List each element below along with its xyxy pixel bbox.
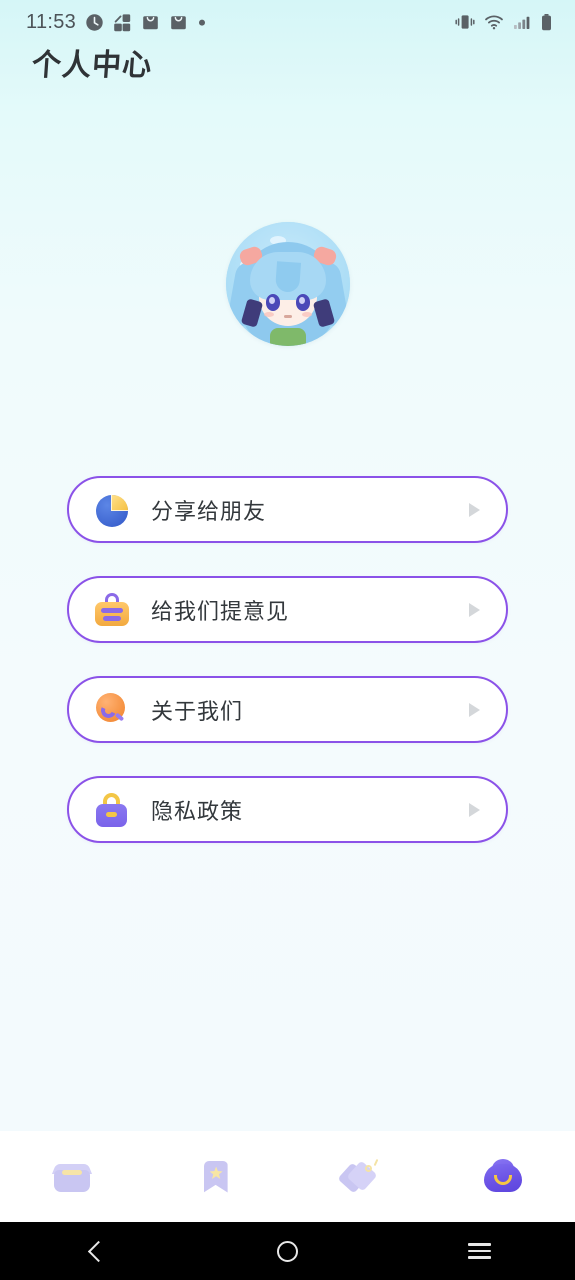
avatar-fringe [274,261,301,293]
nav-home-button[interactable] [192,1222,384,1280]
avatar-cheek [263,312,274,317]
avatar-mouth [283,315,292,318]
menu-item-label: 隐私政策 [151,799,244,825]
app-screen: 11:53 个人中心 分享给朋友 给我们提意见 关于我们 隐私政策 [0,0,575,1280]
menu-item-privacy[interactable]: 隐私政策 [67,776,508,843]
vibrate-icon [455,15,475,29]
avatar-collar [269,328,306,346]
recents-icon [467,1239,491,1263]
page-title: 个人中心 [30,48,154,83]
share-network-icon [114,13,131,31]
avatar-eye [265,294,280,311]
menu-item-label: 分享给朋友 [151,499,267,525]
about-magnifier-icon [93,691,131,729]
battery-icon [542,13,551,30]
notification-bag-icon [143,15,158,29]
tab-profile[interactable] [431,1131,575,1222]
alarm-icon [86,13,103,31]
chevron-right-icon [469,702,480,717]
chevron-right-icon [469,602,480,617]
status-bar-clock: 11:53 [26,10,77,33]
android-nav-bar [0,1222,575,1280]
share-pie-icon [93,491,131,529]
chevron-right-icon [469,802,480,817]
bookmark-star-icon [193,1154,239,1200]
menu-item-share[interactable]: 分享给朋友 [67,476,508,543]
status-bar-left: 11:53 [26,11,207,34]
back-icon [87,1240,109,1262]
cloud-profile-icon [480,1154,526,1200]
tab-inbox[interactable] [0,1131,144,1222]
bottom-tab-bar [0,1131,575,1222]
nav-back-button[interactable] [0,1222,192,1280]
dot-icon [199,19,206,26]
inbox-tray-icon [49,1154,95,1200]
avatar-cheek [301,312,312,317]
feedback-board-icon [93,591,131,629]
tab-tags[interactable] [288,1131,432,1222]
notification-bag-icon [171,15,186,29]
menu-item-label: 关于我们 [151,699,244,725]
wifi-icon [485,15,503,30]
lock-icon [93,791,131,829]
avatar-eye [295,294,310,311]
home-icon [277,1240,298,1262]
avatar-section [0,222,575,346]
avatar[interactable] [225,222,350,346]
price-tags-icon [336,1154,382,1200]
status-bar-right [455,13,553,32]
nav-recents-button[interactable] [383,1222,575,1280]
menu-item-label: 给我们提意见 [151,599,290,625]
menu-item-feedback[interactable]: 给我们提意见 [67,576,508,643]
menu-item-about[interactable]: 关于我们 [67,676,508,743]
status-bar: 11:53 [0,0,575,44]
tab-favorites[interactable] [144,1131,288,1222]
menu-list: 分享给朋友 给我们提意见 关于我们 隐私政策 [67,476,508,876]
signal-icon [514,16,530,29]
chevron-right-icon [469,502,480,517]
